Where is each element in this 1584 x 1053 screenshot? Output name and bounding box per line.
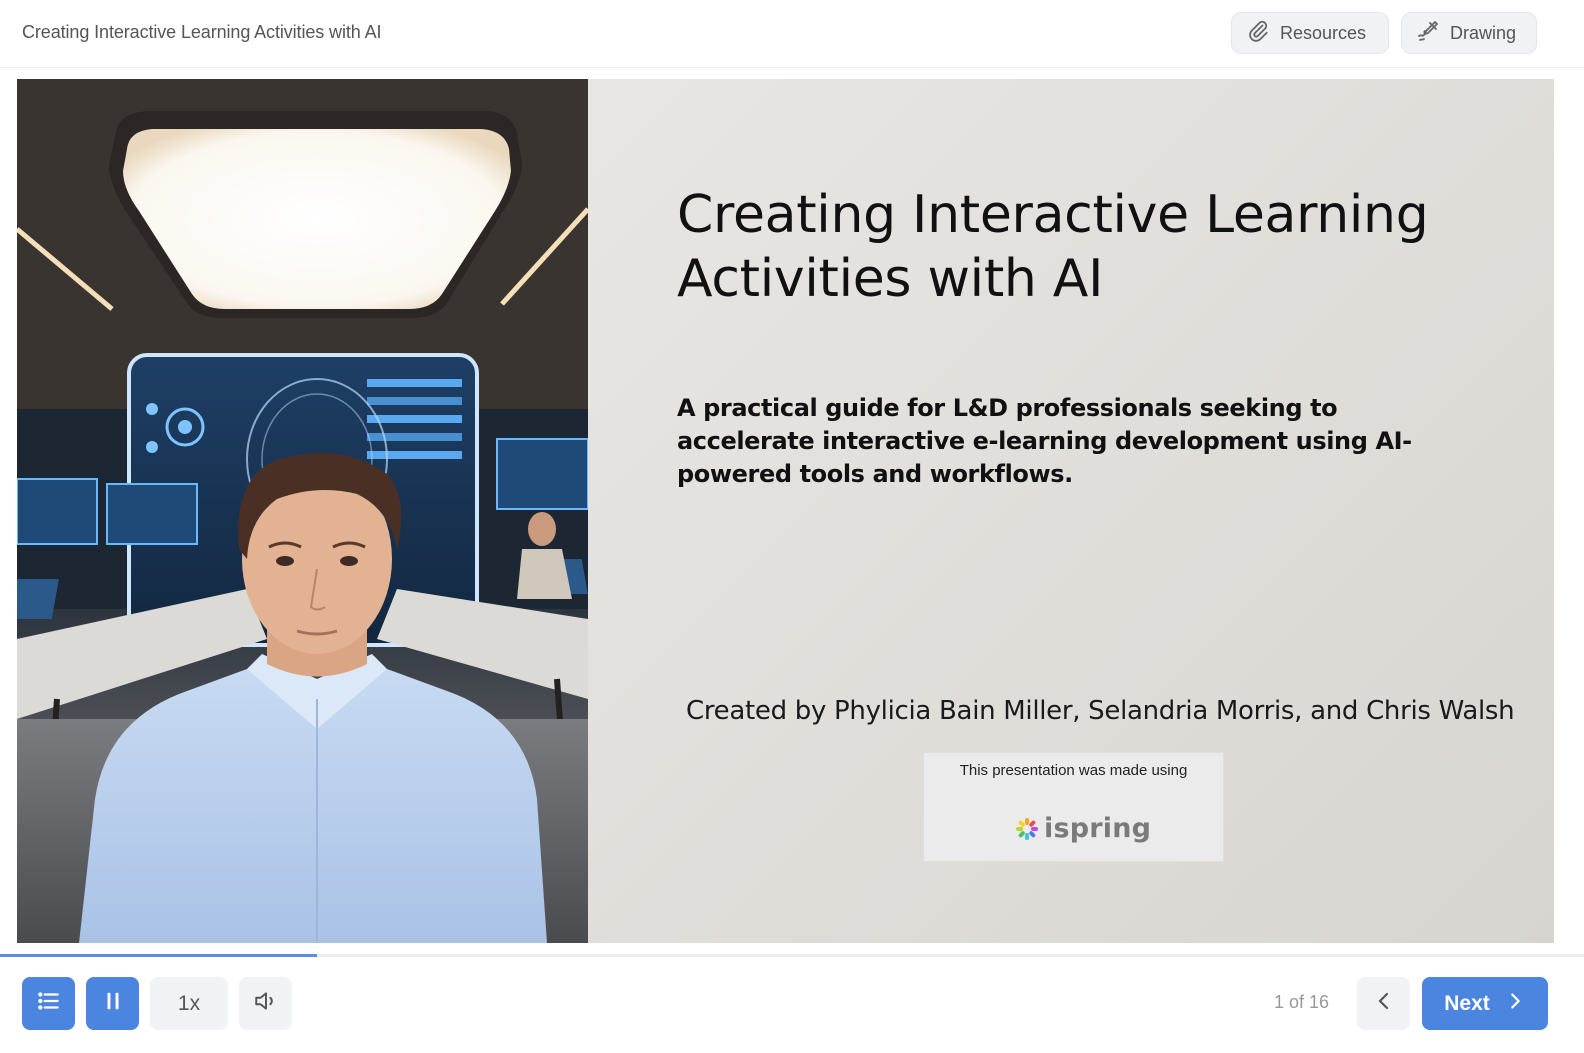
slide-credits: Created by Phylicia Bain Miller, Selandr… bbox=[686, 696, 1515, 726]
presenter-photo-illustration bbox=[17, 79, 588, 943]
ispring-brand: ispring bbox=[1044, 813, 1152, 844]
volume-icon bbox=[253, 988, 279, 1019]
outline-button[interactable] bbox=[22, 977, 75, 1030]
player-header: Creating Interactive Learning Activities… bbox=[0, 0, 1584, 68]
drawing-label: Drawing bbox=[1450, 22, 1517, 43]
resources-button[interactable]: Resources bbox=[1231, 12, 1389, 54]
pause-button[interactable] bbox=[86, 977, 139, 1030]
watermark-text: This presentation was made using bbox=[959, 762, 1188, 779]
resources-label: Resources bbox=[1280, 22, 1367, 43]
pen-scribble-icon bbox=[1416, 19, 1440, 48]
ispring-watermark: This presentation was made using ispring bbox=[923, 752, 1224, 862]
slide-canvas: Creating Interactive Learning Activities… bbox=[17, 79, 1554, 943]
next-label: Next bbox=[1444, 991, 1490, 1015]
previous-slide-button[interactable] bbox=[1357, 977, 1410, 1030]
slide-title-line2: Activities with AI bbox=[677, 249, 1104, 309]
presenter-photo bbox=[17, 79, 588, 943]
chevron-right-icon bbox=[1504, 990, 1526, 1018]
slide-title: Creating Interactive Learning Activities… bbox=[677, 183, 1477, 311]
paperclip-icon bbox=[1246, 19, 1270, 48]
ispring-flower-icon bbox=[1016, 817, 1038, 840]
drawing-button[interactable]: Drawing bbox=[1401, 12, 1537, 54]
slide-subtitle: A practical guide for L&D professionals … bbox=[677, 394, 1412, 488]
list-icon bbox=[36, 988, 62, 1019]
chevron-left-icon bbox=[1372, 989, 1396, 1018]
volume-button[interactable] bbox=[239, 977, 292, 1030]
slide-title-line1: Creating Interactive Learning bbox=[677, 185, 1429, 245]
player-title: Creating Interactive Learning Activities… bbox=[22, 22, 382, 42]
next-slide-button[interactable]: Next bbox=[1422, 977, 1548, 1030]
slide-counter: 1 of 16 bbox=[1274, 992, 1330, 1012]
playback-speed-button[interactable]: 1x bbox=[150, 977, 228, 1030]
player-controls: 1x 1 of 16 Next bbox=[0, 957, 1584, 1053]
ispring-logo: ispring bbox=[1014, 813, 1151, 844]
pause-icon bbox=[102, 990, 124, 1017]
